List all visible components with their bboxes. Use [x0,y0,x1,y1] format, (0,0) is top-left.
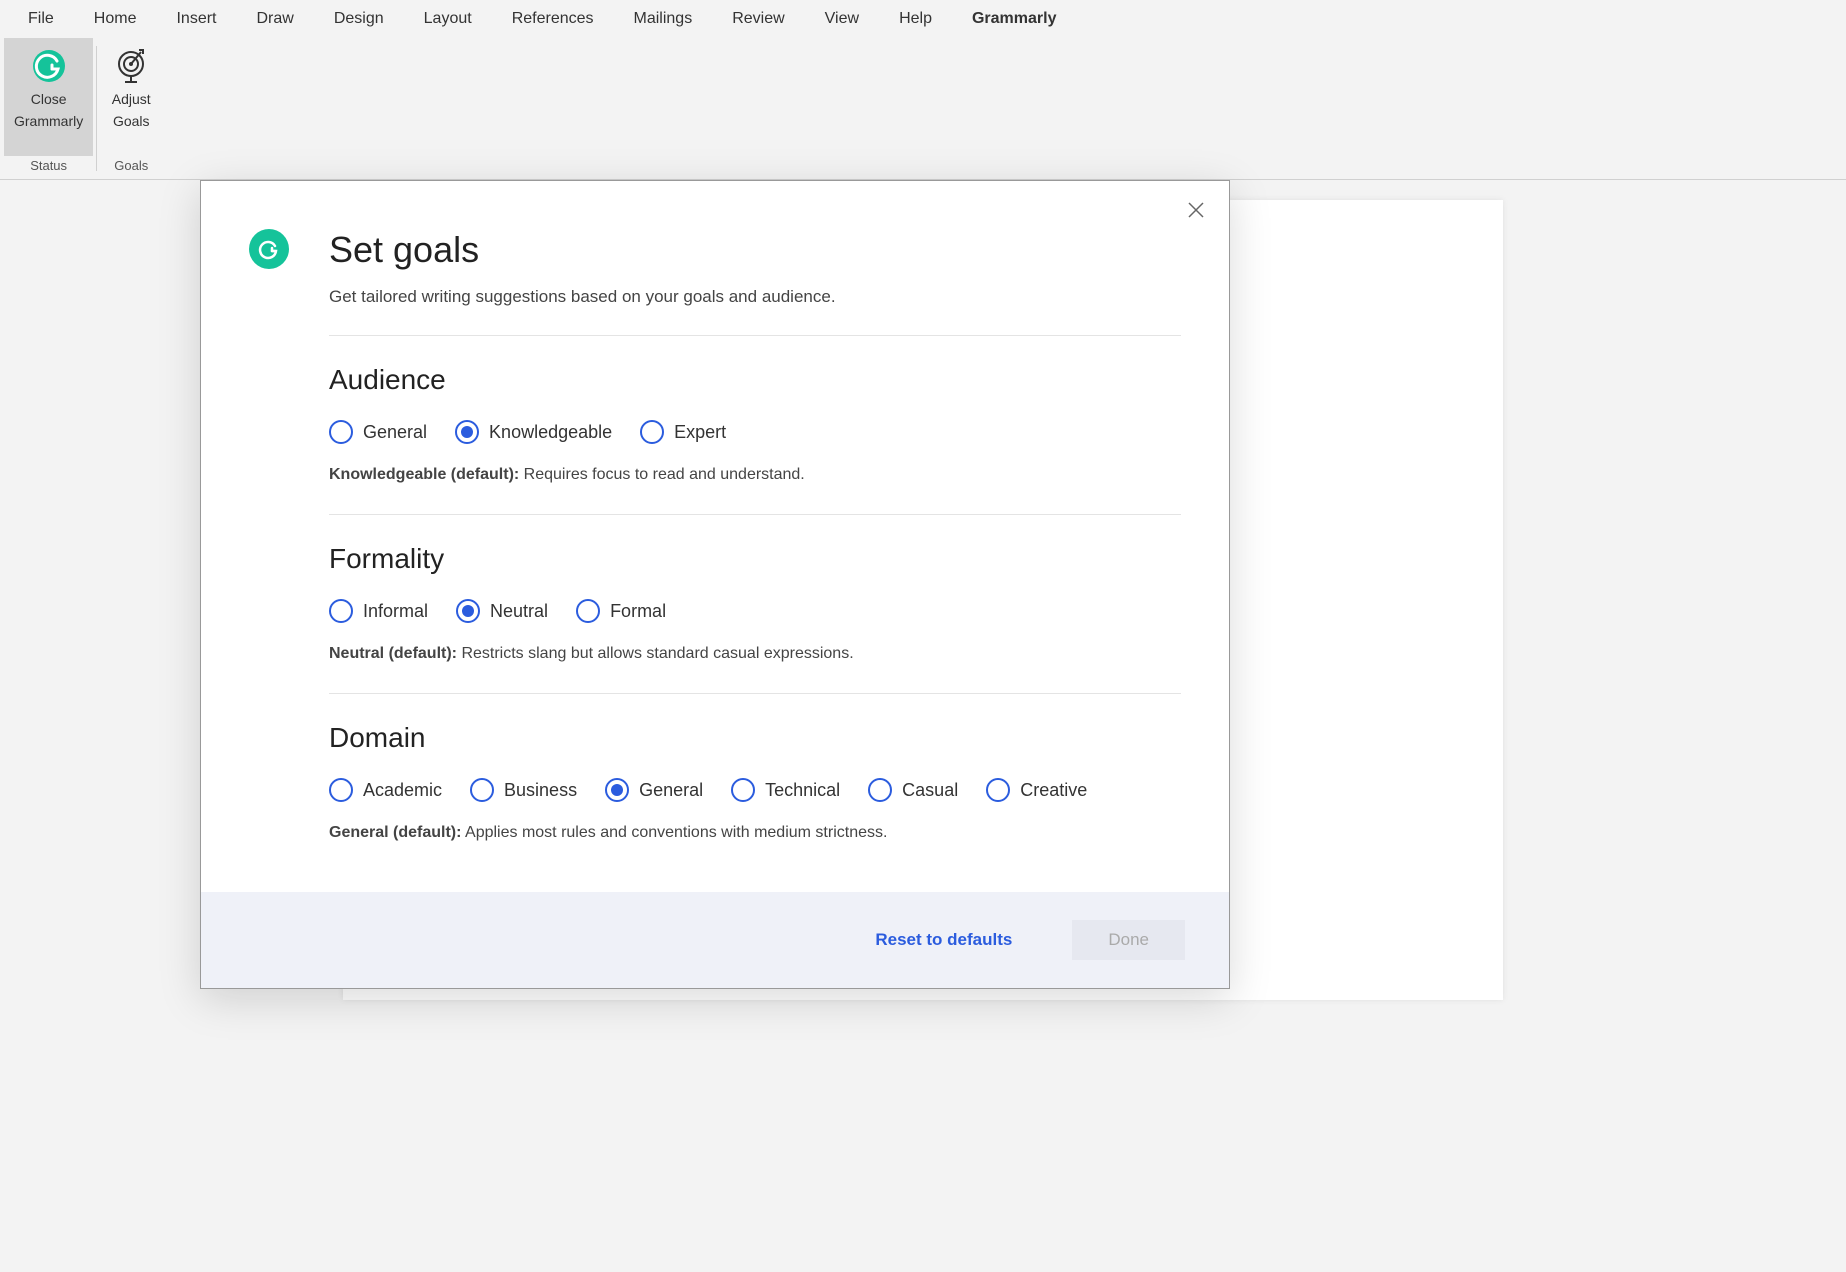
ribbon-content: Close Grammarly Status Adjust Goals Goals [0,38,1846,180]
document-area: Set goals Get tailored writing suggestio… [0,180,1846,1000]
radio-label: Casual [902,780,958,801]
radio-formal[interactable]: Formal [576,599,666,623]
radio-label: Academic [363,780,442,801]
radio-label: General [363,422,427,443]
set-goals-dialog: Set goals Get tailored writing suggestio… [200,180,1230,989]
close-icon[interactable] [1183,197,1209,229]
radio-circle-icon [576,599,600,623]
dialog-footer: Reset to defaults Done [201,892,1229,988]
tab-home[interactable]: Home [74,2,157,36]
radio-casual[interactable]: Casual [868,778,958,802]
section-description: General (default): Applies most rules an… [329,824,1181,842]
radio-label: Knowledgeable [489,422,612,443]
radio-circle-icon [868,778,892,802]
radio-group: Informal Neutral Formal [329,599,1181,623]
dialog-title: Set goals [329,229,1181,271]
radio-label: Formal [610,601,666,622]
close-grammarly-button[interactable]: Close Grammarly [4,38,93,156]
radio-technical[interactable]: Technical [731,778,840,802]
tab-mailings[interactable]: Mailings [614,2,713,36]
section-description: Neutral (default): Restricts slang but a… [329,645,1181,663]
radio-circle-icon [470,778,494,802]
section-title: Domain [329,722,1181,754]
ribbon-btn-label: Close [31,90,67,108]
radio-circle-icon [329,599,353,623]
radio-circle-icon [455,420,479,444]
radio-academic[interactable]: Academic [329,778,442,802]
tab-insert[interactable]: Insert [156,2,236,36]
grammarly-icon [249,229,289,269]
radio-group: Academic Business General Technical Casual Cr… [329,778,1181,802]
radio-informal[interactable]: Informal [329,599,428,623]
ribbon-tabs: FileHomeInsertDrawDesignLayoutReferences… [0,0,1846,38]
radio-circle-icon [731,778,755,802]
tab-review[interactable]: Review [712,2,804,36]
ribbon-btn-label: Adjust [112,90,151,108]
section-formality: Formality Informal Neutral Formal Neutral (d… [329,514,1181,693]
tab-draw[interactable]: Draw [236,2,313,36]
radio-creative[interactable]: Creative [986,778,1087,802]
radio-circle-icon [640,420,664,444]
ribbon-btn-label: Goals [113,112,150,130]
section-description-bold: Knowledgeable (default): [329,466,519,483]
radio-label: Expert [674,422,726,443]
tab-grammarly[interactable]: Grammarly [952,2,1077,36]
tab-references[interactable]: References [492,2,614,36]
ribbon-group-label: Status [30,156,67,179]
done-button[interactable]: Done [1072,920,1185,960]
section-description: Knowledgeable (default): Requires focus … [329,466,1181,484]
section-description-rest: Requires focus to read and understand. [519,466,805,483]
tab-help[interactable]: Help [879,2,952,36]
section-domain: Domain Academic Business General Technical Ca… [329,693,1181,862]
radio-label: Technical [765,780,840,801]
ribbon-group-label: Goals [114,156,148,179]
target-icon [111,46,151,86]
radio-circle-icon [456,599,480,623]
radio-label: Informal [363,601,428,622]
radio-general[interactable]: General [605,778,703,802]
radio-general[interactable]: General [329,420,427,444]
dialog-subtitle: Get tailored writing suggestions based o… [329,287,1181,307]
radio-label: General [639,780,703,801]
tab-layout[interactable]: Layout [404,2,492,36]
radio-label: Neutral [490,601,548,622]
tab-file[interactable]: File [8,2,74,36]
radio-knowledgeable[interactable]: Knowledgeable [455,420,612,444]
section-description-bold: Neutral (default): [329,645,457,662]
tab-design[interactable]: Design [314,2,404,36]
radio-expert[interactable]: Expert [640,420,726,444]
radio-circle-icon [329,778,353,802]
radio-group: General Knowledgeable Expert [329,420,1181,444]
radio-circle-icon [605,778,629,802]
section-audience: Audience General Knowledgeable Expert Knowle… [329,335,1181,514]
radio-label: Creative [1020,780,1087,801]
ribbon-group-status: Close Grammarly Status [0,38,97,179]
reset-to-defaults-button[interactable]: Reset to defaults [875,930,1012,950]
section-description-bold: General (default): [329,824,461,841]
radio-business[interactable]: Business [470,778,577,802]
section-title: Formality [329,543,1181,575]
radio-label: Business [504,780,577,801]
radio-neutral[interactable]: Neutral [456,599,548,623]
grammarly-icon [29,46,69,86]
section-title: Audience [329,364,1181,396]
radio-circle-icon [329,420,353,444]
tab-view[interactable]: View [805,2,879,36]
adjust-goals-button[interactable]: Adjust Goals [101,38,161,156]
ribbon-btn-label: Grammarly [14,112,83,130]
ribbon-group-goals: Adjust Goals Goals [97,38,165,179]
section-description-rest: Restricts slang but allows standard casu… [457,645,854,662]
radio-circle-icon [986,778,1010,802]
section-description-rest: Applies most rules and conventions with … [461,824,887,841]
